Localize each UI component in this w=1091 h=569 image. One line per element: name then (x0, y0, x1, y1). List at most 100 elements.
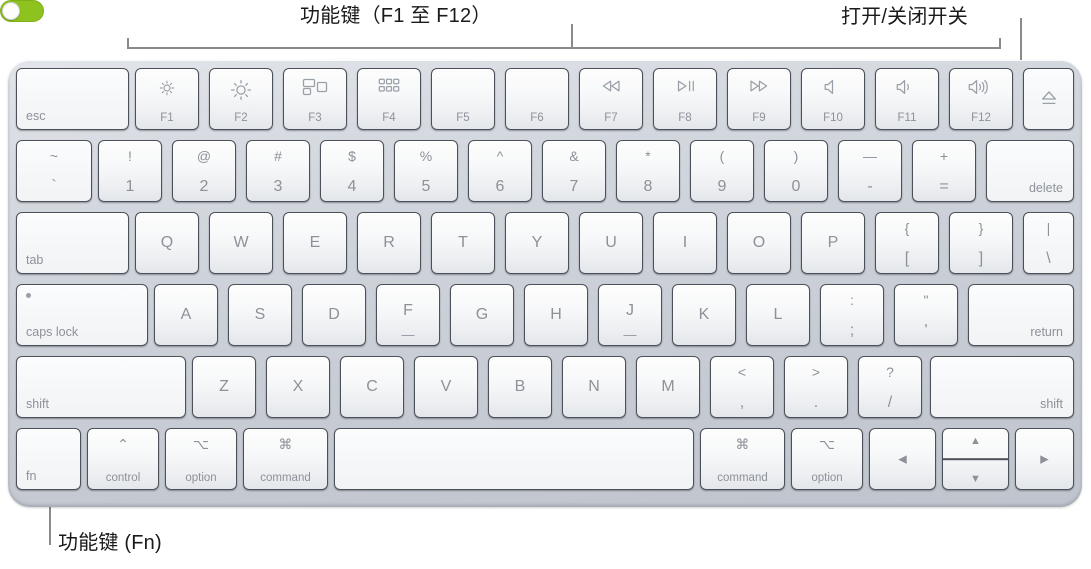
key-l[interactable]: L (746, 284, 810, 346)
key-shifted-label: } (978, 220, 984, 236)
command-icon: ⌘ (735, 436, 750, 452)
key-shifted-label: # (274, 148, 282, 164)
key-quote[interactable]: " ' (894, 284, 958, 346)
key-5[interactable]: % 5 (394, 140, 458, 202)
key-b[interactable]: B (488, 356, 552, 418)
key-w[interactable]: W (209, 212, 273, 274)
key-shifted-label: @ (196, 148, 212, 164)
arrow-down-icon[interactable]: ▼ (943, 473, 1008, 485)
key-shift-right[interactable]: shift (930, 356, 1074, 418)
key-7[interactable]: & 7 (542, 140, 606, 202)
key-command-left[interactable]: ⌘ command (243, 428, 328, 490)
arrow-up-icon[interactable]: ▲ (943, 435, 1008, 447)
key-label: esc (26, 109, 46, 123)
key-f2[interactable]: F2 (209, 68, 273, 130)
key-e[interactable]: E (283, 212, 347, 274)
key-f6[interactable]: F6 (505, 68, 569, 130)
key-6[interactable]: ^ 6 (468, 140, 532, 202)
key-f11[interactable]: F11 (875, 68, 939, 130)
key-tab[interactable]: tab (16, 212, 129, 274)
key-t[interactable]: T (431, 212, 495, 274)
key-0[interactable]: ) 0 (764, 140, 828, 202)
key-grave[interactable]: ~ ` (16, 140, 92, 202)
key-c[interactable]: C (340, 356, 404, 418)
key-shift-left[interactable]: shift (16, 356, 186, 418)
key-command-right[interactable]: ⌘ command (700, 428, 785, 490)
key-arrow-right[interactable]: ▶ (1015, 428, 1074, 490)
key-3[interactable]: # 3 (246, 140, 310, 202)
key-f7[interactable]: F7 (579, 68, 643, 130)
key-label: F (403, 302, 413, 320)
key-a[interactable]: A (154, 284, 218, 346)
key-option-left[interactable]: ⌥ option (165, 428, 237, 490)
callout-stem-function-row (571, 24, 573, 48)
key-d[interactable]: D (302, 284, 366, 346)
key-option-right[interactable]: ⌥ option (791, 428, 863, 490)
key-f4[interactable]: F4 (357, 68, 421, 130)
key-1[interactable]: ! 1 (98, 140, 162, 202)
key-9[interactable]: ( 9 (690, 140, 754, 202)
key-control[interactable]: ⌃ control (87, 428, 159, 490)
key-label: 9 (717, 178, 727, 195)
key-shifted-label: ^ (496, 148, 504, 164)
key-esc[interactable]: esc (16, 68, 129, 130)
power-toggle-switch[interactable] (0, 0, 44, 22)
key-k[interactable]: K (672, 284, 736, 346)
key-x[interactable]: X (266, 356, 330, 418)
key-f10[interactable]: F10 (801, 68, 865, 130)
key-v[interactable]: V (414, 356, 478, 418)
key-i[interactable]: I (653, 212, 717, 274)
key-f12[interactable]: F12 (949, 68, 1013, 130)
key-label: J (626, 302, 634, 320)
key-bracket-right[interactable]: } ] (949, 212, 1013, 274)
key-fn[interactable]: fn (16, 428, 81, 490)
key-semicolon[interactable]: : ; (820, 284, 884, 346)
key-return[interactable]: return (968, 284, 1074, 346)
callout-label-fn-key: 功能键 (Fn) (58, 532, 162, 554)
key-slash[interactable]: ? / (858, 356, 922, 418)
key-y[interactable]: Y (505, 212, 569, 274)
key-2[interactable]: @ 2 (172, 140, 236, 202)
key-f1[interactable]: F1 (135, 68, 199, 130)
key-q[interactable]: Q (135, 212, 199, 274)
key-p[interactable]: P (801, 212, 865, 274)
key-f9[interactable]: F9 (727, 68, 791, 130)
key-arrow-left[interactable]: ◀ (869, 428, 936, 490)
key-u[interactable]: U (579, 212, 643, 274)
key-arrow-up-down[interactable]: ▲ ▼ (942, 428, 1009, 490)
key-eject[interactable] (1023, 68, 1074, 130)
key-z[interactable]: Z (192, 356, 256, 418)
key-f3[interactable]: F3 (283, 68, 347, 130)
key-delete[interactable]: delete (986, 140, 1074, 202)
key-space[interactable] (334, 428, 694, 490)
key-n[interactable]: N (562, 356, 626, 418)
key-label: fn (26, 469, 37, 483)
key-label: 8 (643, 178, 653, 195)
key-j[interactable]: J (598, 284, 662, 346)
key-label: = (939, 178, 949, 195)
key-shifted-label: % (419, 148, 433, 164)
key-minus[interactable]: — - (838, 140, 902, 202)
key-o[interactable]: O (727, 212, 791, 274)
key-h[interactable]: H (524, 284, 588, 346)
key-f5[interactable]: F5 (431, 68, 495, 130)
key-r[interactable]: R (357, 212, 421, 274)
key-m[interactable]: M (636, 356, 700, 418)
key-g[interactable]: G (450, 284, 514, 346)
key-backslash[interactable]: | \ (1023, 212, 1074, 274)
key-comma[interactable]: < , (710, 356, 774, 418)
fast-forward-icon (728, 78, 790, 94)
key-period[interactable]: > . (784, 356, 848, 418)
key-4[interactable]: $ 4 (320, 140, 384, 202)
key-s[interactable]: S (228, 284, 292, 346)
key-equal[interactable]: + = (912, 140, 976, 202)
callout-stem-power-switch (1020, 18, 1022, 60)
callout-bracket-right-tick (999, 38, 1001, 48)
key-shifted-label: " (923, 292, 929, 308)
key-bracket-left[interactable]: { [ (875, 212, 939, 274)
key-f8[interactable]: F8 (653, 68, 717, 130)
key-caps-lock[interactable]: caps lock (16, 284, 148, 346)
key-f[interactable]: F (376, 284, 440, 346)
key-label: F10 (823, 112, 843, 124)
key-8[interactable]: * 8 (616, 140, 680, 202)
